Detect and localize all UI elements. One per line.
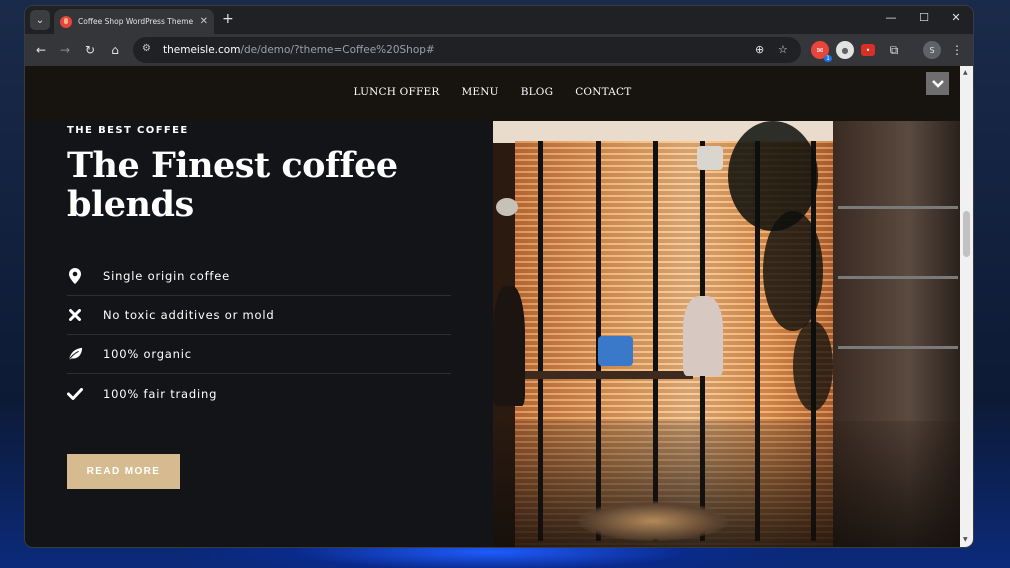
page-title: The Finest coffee blends (67, 145, 398, 225)
nav-toggle-button[interactable] (926, 72, 949, 95)
minimize-icon[interactable]: — (883, 11, 899, 24)
list-item: 100% fair trading (67, 374, 451, 413)
leaf-icon (67, 346, 83, 362)
scroll-up-icon[interactable]: ▲ (963, 69, 968, 76)
photo-lamp (496, 198, 518, 216)
main-nav: LUNCH OFFER MENU BLOG CONTACT (25, 86, 960, 98)
map-pin-icon (67, 268, 83, 284)
extension-badge: 1 (824, 55, 832, 62)
tab-strip: ⌄ Coffee Shop WordPress Theme Demo ✕ + —… (25, 6, 973, 34)
address-bar[interactable]: ⚙ themeisle.com/de/demo/?theme=Coffee%20… (133, 37, 801, 63)
photo-cup (578, 501, 728, 541)
zoom-icon[interactable]: ⊕ (755, 43, 764, 56)
photo-plant (793, 321, 833, 411)
window-close-icon[interactable]: ✕ (948, 11, 964, 24)
photo-person (493, 286, 525, 406)
chevron-down-icon (931, 79, 944, 88)
photo-shelf (838, 346, 958, 349)
tab-active[interactable]: Coffee Shop WordPress Theme Demo ✕ (54, 9, 214, 34)
photo-shelf (838, 206, 958, 209)
list-item: No toxic additives or mold (67, 296, 451, 335)
feature-list: Single origin coffee No toxic additives … (67, 257, 451, 413)
extension-icon[interactable]: ✉ 1 (811, 41, 832, 62)
check-icon (67, 386, 83, 402)
nav-blog[interactable]: BLOG (510, 86, 565, 98)
coffee-favicon-icon (60, 15, 72, 28)
nav-lunch-offer[interactable]: LUNCH OFFER (343, 86, 451, 98)
photo-shelf (838, 276, 958, 279)
extension-icon[interactable]: • (861, 44, 875, 56)
tab-search-button[interactable]: ⌄ (30, 10, 50, 30)
x-icon (67, 307, 83, 323)
hero-eyebrow: THE BEST COFFEE (67, 125, 189, 136)
page-scrollbar[interactable]: ▲ ▼ (960, 66, 973, 547)
new-tab-button[interactable]: + (222, 11, 234, 27)
list-item: Single origin coffee (67, 257, 451, 296)
back-icon[interactable]: ← (33, 42, 49, 58)
scroll-thumb[interactable] (963, 211, 970, 257)
extension-icon[interactable]: ● (836, 41, 854, 59)
feature-label: 100% fair trading (103, 386, 218, 401)
photo-person (683, 296, 723, 376)
avatar[interactable]: S (923, 41, 941, 59)
feature-label: Single origin coffee (103, 269, 231, 283)
forward-icon[interactable]: → (57, 42, 73, 58)
site-info-icon[interactable]: ⚙ (142, 43, 151, 54)
puzzle-icon[interactable]: ⧉ (886, 42, 902, 58)
url-text: themeisle.com/de/demo/?theme=Coffee%20Sh… (163, 44, 435, 56)
nav-contact[interactable]: CONTACT (564, 86, 642, 98)
photo-laptop (598, 336, 633, 366)
feature-label: No toxic additives or mold (103, 308, 275, 322)
menu-kebab-icon[interactable]: ⋮ (949, 42, 965, 58)
feature-label: 100% organic (103, 347, 192, 361)
hero-image (493, 121, 960, 547)
photo-floor (493, 421, 960, 547)
bookmark-star-icon[interactable]: ☆ (778, 43, 788, 56)
photo-lamp (697, 146, 723, 170)
read-more-button[interactable]: READ MORE (67, 454, 180, 489)
tab-title: Coffee Shop WordPress Theme Demo (78, 17, 196, 26)
page-viewport: LUNCH OFFER MENU BLOG CONTACT THE BEST C… (25, 66, 960, 547)
reload-icon[interactable]: ↻ (82, 42, 98, 58)
nav-menu[interactable]: MENU (450, 86, 509, 98)
browser-toolbar: ← → ↻ ⌂ ⚙ themeisle.com/de/demo/?theme=C… (25, 34, 973, 66)
home-icon[interactable]: ⌂ (107, 42, 123, 58)
list-item: 100% organic (67, 335, 451, 374)
chevron-down-icon: ⌄ (35, 14, 45, 26)
browser-window: ⌄ Coffee Shop WordPress Theme Demo ✕ + —… (25, 6, 973, 547)
site-header: LUNCH OFFER MENU BLOG CONTACT (25, 66, 960, 121)
photo-plant (763, 211, 823, 331)
photo-plant (728, 121, 818, 231)
scroll-down-icon[interactable]: ▼ (963, 536, 968, 543)
maximize-icon[interactable]: ☐ (916, 11, 932, 24)
close-icon[interactable]: ✕ (200, 16, 208, 27)
